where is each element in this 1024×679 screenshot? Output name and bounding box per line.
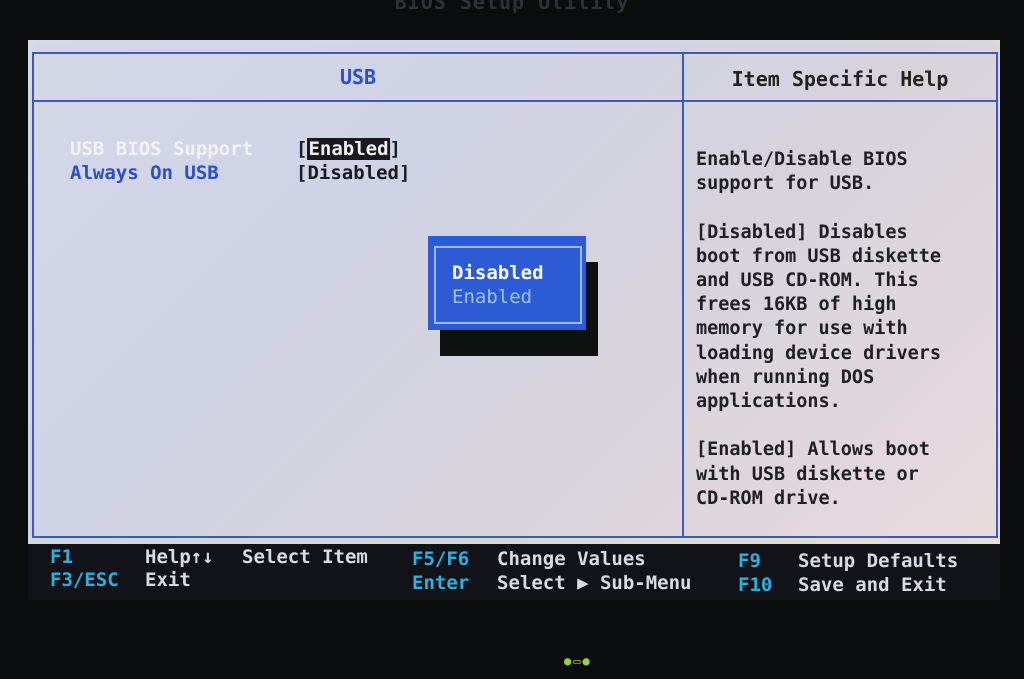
bios-screen: USB Item Specific Help USB BIOS Support … xyxy=(28,40,1000,544)
value-popup[interactable]: Disabled Enabled xyxy=(428,236,586,330)
key-legend-bar: F1 Help↑↓ Select Item F5/F6 Change Value… xyxy=(28,544,1000,600)
page-title: USB xyxy=(339,65,377,89)
status-led-icons: ●▭● xyxy=(564,654,592,668)
popup-border: Disabled Enabled xyxy=(434,246,582,324)
key-f1-desc: Help↑↓ xyxy=(145,546,214,568)
popup-option-disabled[interactable]: Disabled xyxy=(452,262,544,284)
key-f3-esc: F3/ESC xyxy=(50,569,119,591)
help-title: Item Specific Help xyxy=(731,67,949,91)
value-highlight: Enabled xyxy=(307,138,390,160)
help-text: Enable/Disable BIOS support for USB. [Di… xyxy=(696,149,942,509)
key-f9: F9 xyxy=(738,550,761,572)
key-f5-f6: F5/F6 xyxy=(412,548,470,570)
menu-item-always-on-usb[interactable]: Always On USB xyxy=(70,162,219,184)
key-f3-esc-desc: Exit xyxy=(145,569,191,591)
key-f10-desc: Save and Exit xyxy=(798,574,947,596)
window-title: BIOS Setup Utility xyxy=(394,0,630,14)
key-f9-desc: Setup Defaults xyxy=(798,550,959,572)
panel-divider xyxy=(682,54,684,536)
usb-bios-support-value[interactable]: [Enabled] xyxy=(296,138,401,160)
menu-item-usb-bios-support[interactable]: USB BIOS Support xyxy=(70,138,253,160)
key-enter: Enter xyxy=(412,572,470,594)
value-text: Disabled xyxy=(307,162,399,184)
key-enter-desc: Select ▶ Sub-Menu xyxy=(497,572,692,594)
key-f5-f6-desc: Change Values xyxy=(497,548,646,570)
select-item-desc: Select Item xyxy=(242,546,368,568)
key-f1: F1 xyxy=(50,546,73,568)
always-on-usb-value[interactable]: [Disabled] xyxy=(296,162,410,184)
header-divider xyxy=(34,100,996,102)
key-f10: F10 xyxy=(738,574,773,596)
popup-option-enabled[interactable]: Enabled xyxy=(452,286,532,308)
